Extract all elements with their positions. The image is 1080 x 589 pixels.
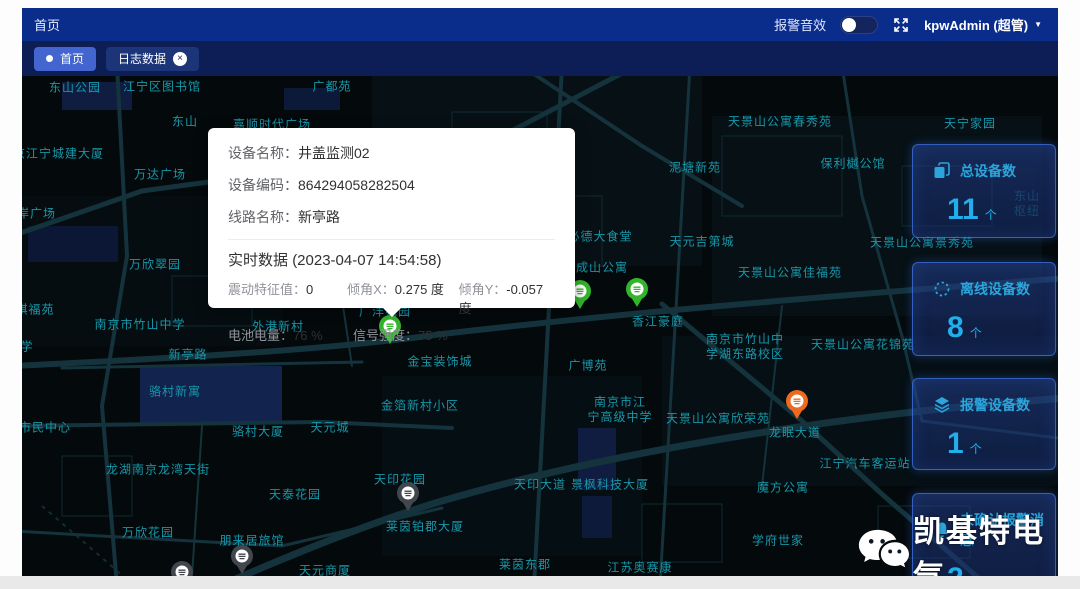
tab-home-label: 首页 [60,50,84,67]
active-tab-dot [46,55,53,62]
tilt-y-label: 倾角Y： [459,282,507,297]
close-icon[interactable]: × [173,52,187,66]
battery-value: 76 % [293,328,323,343]
stat-unit: 个 [970,326,982,340]
user-menu[interactable]: kpwAdmin (超管) ▼ [924,15,1042,34]
signal-label: 信号强度： [353,328,418,343]
stat-label: 离线设备数 [960,279,1030,299]
map-marker-offline[interactable] [396,482,420,512]
stat-value: 1 [947,427,964,460]
stat-value: 8 [947,311,964,344]
map[interactable]: 东山公园江宁区图书馆广都苑东山嘉顺时代广场南京江宁城建大厦万达广场海岸广场万欣翠… [22,76,1058,576]
stat-unconfirmed-alarms[interactable]: 未确认报警消息 2个 [912,493,1056,576]
tilt-x-value: 0.275 度 [395,282,444,297]
map-marker-offline[interactable] [170,561,194,576]
map-marker-alarm[interactable] [785,390,809,420]
map-marker-online[interactable] [625,278,649,308]
battery-label: 电池电量： [228,328,293,343]
app-window: 首页 报警音效 kpwAdmin (超管) ▼ 首页 [22,8,1058,576]
stat-label: 总设备数 [960,161,1016,181]
device-code-value: 864294058282504 [298,177,415,193]
vibration-value: 0 [306,282,313,297]
realtime-title: 实时数据 [228,252,288,269]
line-name-value: 新亭路 [298,209,340,225]
alarm-sound-label: 报警音效 [774,15,826,34]
fullscreen-icon[interactable] [892,16,910,34]
stat-offline-devices[interactable]: 离线设备数 8个 [912,262,1056,356]
bell-icon [933,521,951,539]
chevron-down-icon: ▼ [1034,20,1042,29]
realtime-timestamp: (2023-04-07 14:54:58) [292,252,441,269]
stat-label: 报警设备数 [960,395,1030,415]
line-name-label: 线路名称： [228,209,298,225]
tab-log-label: 日志数据 [118,50,166,67]
stat-unit: 个 [985,208,997,222]
stat-value: 2 [947,562,964,576]
map-marker-offline[interactable] [230,545,254,575]
user-name: kpwAdmin (超管) [924,15,1028,34]
device-info-popup: 设备名称：井盖监测02 设备编码：864294058282504 线路名称：新亭… [208,128,575,308]
device-name-value: 井盖监测02 [298,145,370,161]
tab-home[interactable]: 首页 [34,47,96,71]
breadcrumb: 首页 [34,15,60,34]
tab-bar: 首页 日志数据 × [22,41,1058,76]
tilt-x-label: 倾角X： [347,282,395,297]
stat-unit: 个 [970,442,982,456]
stat-alarm-devices[interactable]: 报警设备数 1个 [912,378,1056,470]
stat-value: 11 [947,193,979,226]
stat-total-devices[interactable]: 总设备数 11 个 [912,144,1056,238]
stat-label: 未确认报警消息 [960,510,1055,550]
popup-divider [228,239,555,240]
toggle-knob [842,18,856,32]
alarm-sound-toggle[interactable] [840,16,878,34]
bottom-strip [0,576,1080,589]
tab-log-data[interactable]: 日志数据 × [106,47,199,71]
vibration-label: 震动特征值： [228,282,306,297]
devices-icon [933,162,951,180]
offline-circle-icon [933,280,951,298]
signal-value: 75 % [418,328,448,343]
device-code-label: 设备编码： [228,177,298,193]
layers-icon [933,396,951,414]
top-navbar: 首页 报警音效 kpwAdmin (超管) ▼ [22,8,1058,41]
device-name-label: 设备名称： [228,145,298,161]
